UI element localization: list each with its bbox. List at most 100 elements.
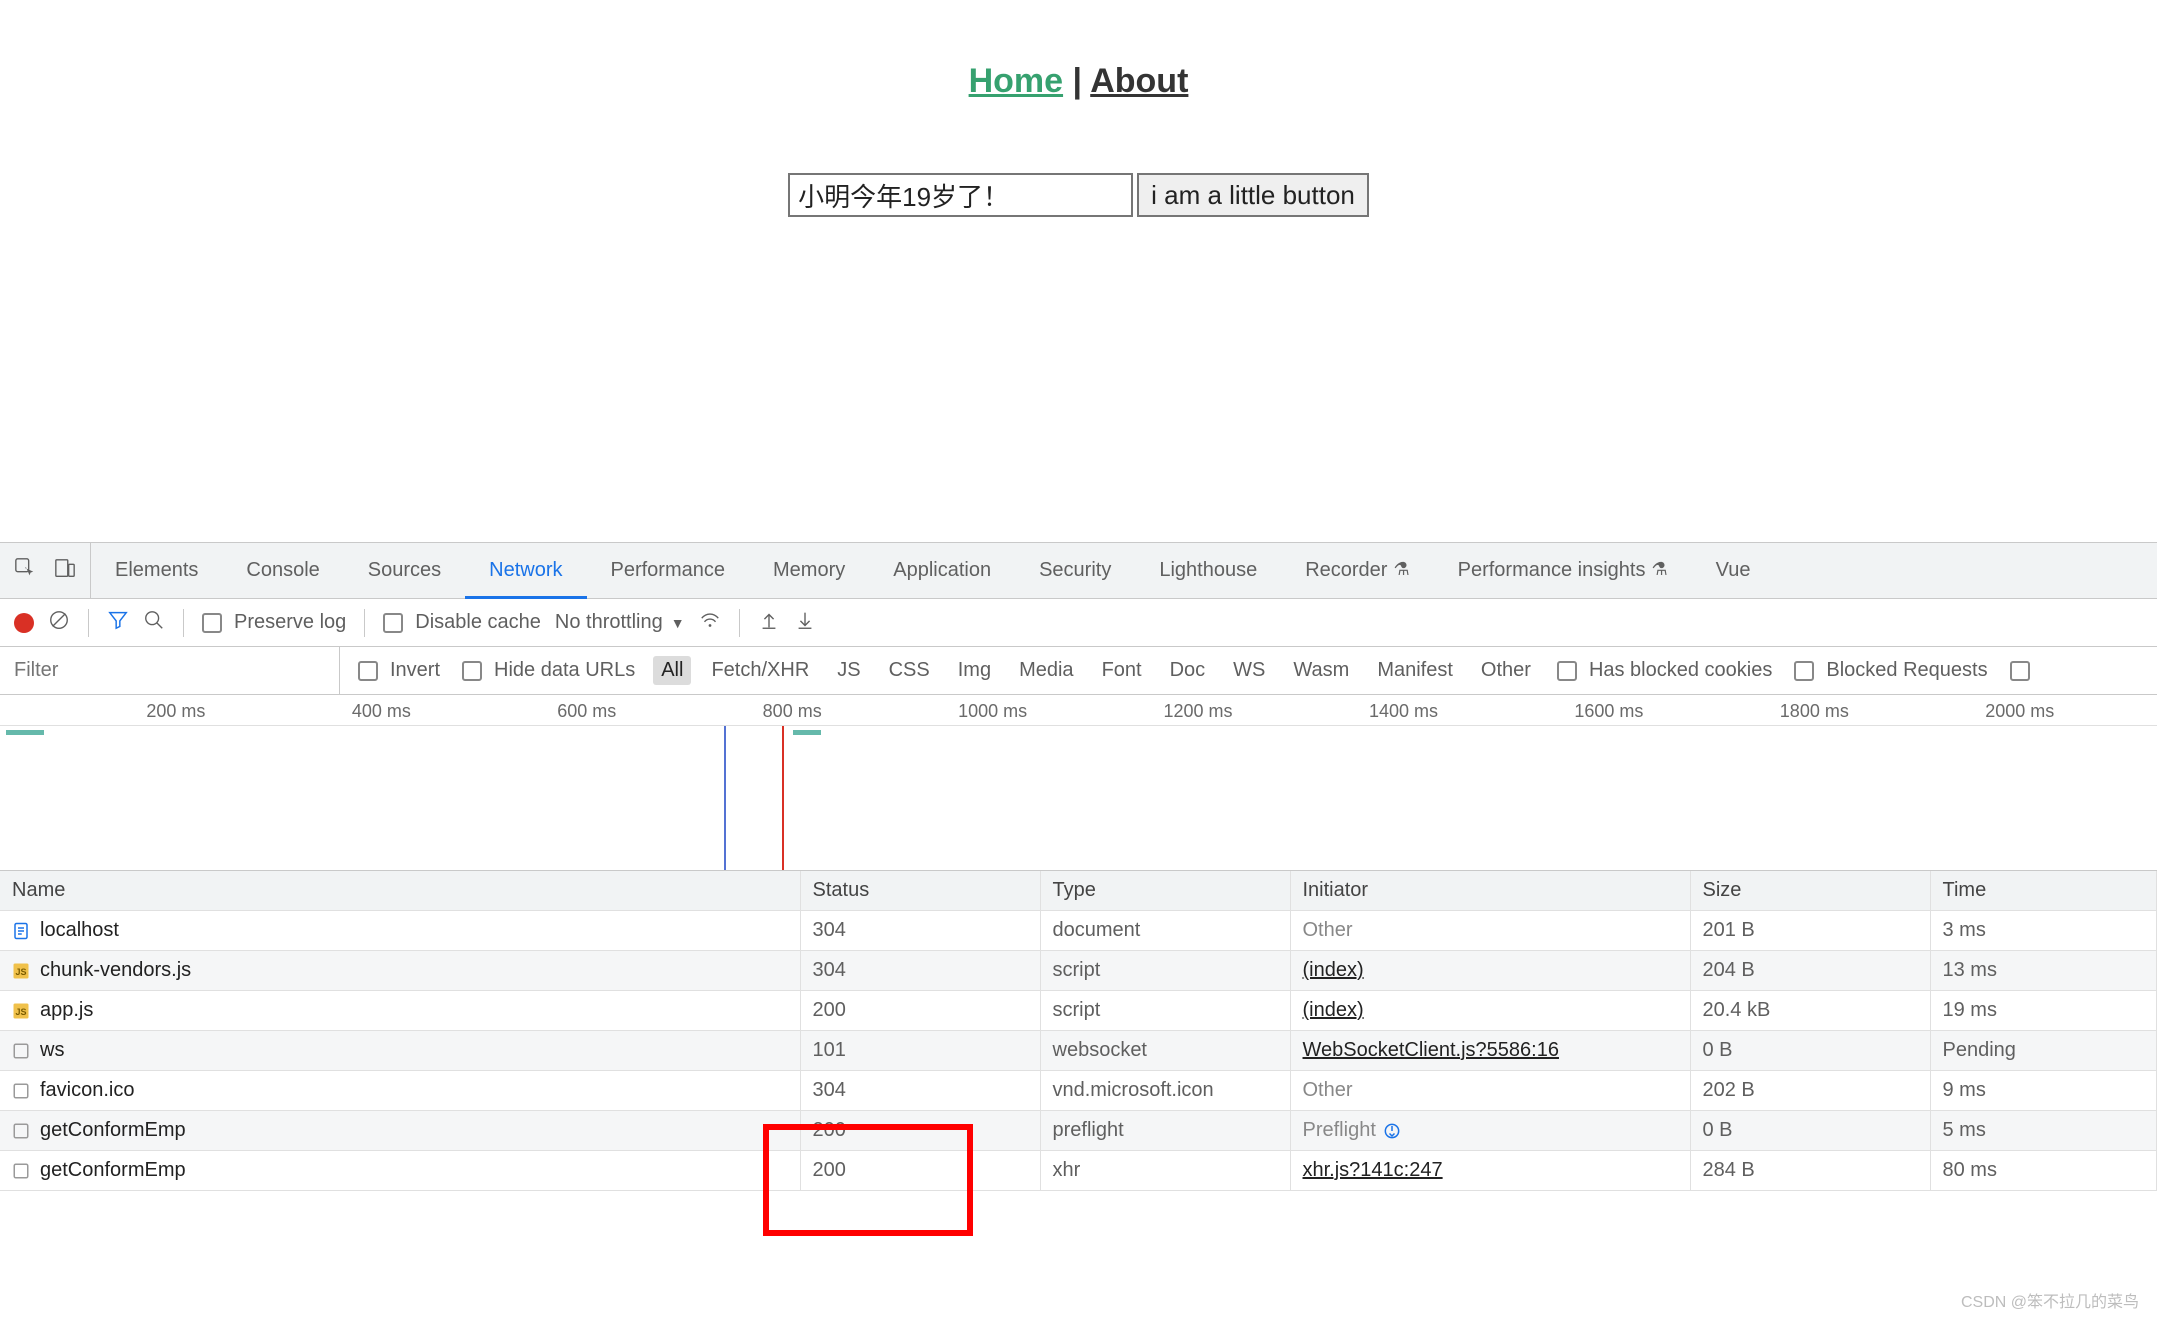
js-icon: JS	[12, 1002, 30, 1020]
table-header-row: Name Status Type Initiator Size Time	[0, 871, 2157, 911]
link-about[interactable]: About	[1090, 62, 1188, 100]
waterfall-overview[interactable]: 200 ms400 ms600 ms800 ms1000 ms1200 ms14…	[0, 695, 2157, 871]
cell-initiator: Other	[1290, 1071, 1690, 1111]
request-name: getConformEmp	[40, 1119, 186, 1142]
network-toolbar: Preserve log Disable cache No throttling…	[0, 599, 2157, 647]
cell-initiator[interactable]: xhr.js?141c:247	[1290, 1151, 1690, 1191]
tab-performance-insights[interactable]: Performance insights⚗	[1434, 543, 1692, 598]
tab-elements[interactable]: Elements	[91, 543, 222, 598]
cell-time: Pending	[1930, 1031, 2157, 1071]
cell-initiator[interactable]: (index)	[1290, 991, 1690, 1031]
hide-data-urls-checkbox[interactable]: Hide data URLs	[458, 659, 639, 682]
tab-performance[interactable]: Performance	[587, 543, 750, 598]
cell-size: 0 B	[1690, 1111, 1930, 1151]
link-home[interactable]: Home	[969, 62, 1063, 100]
tab-console[interactable]: Console	[222, 543, 343, 598]
cell-size: 20.4 kB	[1690, 991, 1930, 1031]
type-filter-js[interactable]: JS	[829, 656, 868, 685]
filter-toggle-icon[interactable]	[107, 609, 129, 637]
tab-vue[interactable]: Vue	[1692, 543, 1775, 598]
device-toolbar-icon[interactable]	[54, 557, 76, 585]
type-filter-font[interactable]: Font	[1094, 656, 1150, 685]
cell-status: 101	[800, 1031, 1040, 1071]
search-icon[interactable]	[143, 609, 165, 637]
type-filter-fetch-xhr[interactable]: Fetch/XHR	[703, 656, 817, 685]
cell-time: 5 ms	[1930, 1111, 2157, 1151]
request-name: app.js	[40, 999, 93, 1022]
svg-text:JS: JS	[15, 966, 26, 976]
col-time[interactable]: Time	[1930, 871, 2157, 911]
cell-size: 284 B	[1690, 1151, 1930, 1191]
throttling-select[interactable]: No throttling▼	[555, 611, 685, 634]
type-filter-css[interactable]: CSS	[881, 656, 938, 685]
col-status[interactable]: Status	[800, 871, 1040, 911]
waterfall-tick: 1800 ms	[1780, 701, 1849, 722]
cell-initiator[interactable]: (index)	[1290, 951, 1690, 991]
main-text-input[interactable]	[788, 173, 1133, 217]
table-row[interactable]: getConformEmp200xhrxhr.js?141c:247284 B8…	[0, 1151, 2157, 1191]
waterfall-tick: 1200 ms	[1164, 701, 1233, 722]
app-content: Home | About i am a little button	[0, 0, 2157, 217]
divider	[183, 609, 184, 637]
doc-icon	[12, 922, 30, 940]
table-row[interactable]: localhost304documentOther201 B3 ms	[0, 911, 2157, 951]
little-button[interactable]: i am a little button	[1137, 173, 1369, 217]
cell-status: 304	[800, 1071, 1040, 1111]
type-filter-img[interactable]: Img	[950, 656, 999, 685]
tab-application[interactable]: Application	[869, 543, 1015, 598]
flask-icon: ⚗	[1651, 559, 1667, 580]
table-row[interactable]: JSapp.js200script(index)20.4 kB19 ms	[0, 991, 2157, 1031]
type-filter-ws[interactable]: WS	[1225, 656, 1273, 685]
col-type[interactable]: Type	[1040, 871, 1290, 911]
cell-status: 200	[800, 991, 1040, 1031]
has-blocked-cookies-checkbox[interactable]: Has blocked cookies	[1553, 659, 1776, 682]
type-filter-doc[interactable]: Doc	[1162, 656, 1214, 685]
tab-security[interactable]: Security	[1015, 543, 1135, 598]
app-controls: i am a little button	[788, 173, 1369, 217]
clear-icon[interactable]	[48, 609, 70, 637]
disable-cache-checkbox[interactable]: Disable cache	[383, 611, 541, 634]
col-size[interactable]: Size	[1690, 871, 1930, 911]
cell-size: 201 B	[1690, 911, 1930, 951]
type-filter-other[interactable]: Other	[1473, 656, 1539, 685]
js-icon: JS	[12, 962, 30, 980]
tab-lighthouse[interactable]: Lighthouse	[1135, 543, 1281, 598]
type-filter-wasm[interactable]: Wasm	[1285, 656, 1357, 685]
type-filter-media[interactable]: Media	[1011, 656, 1081, 685]
cell-type: xhr	[1040, 1151, 1290, 1191]
tab-sources[interactable]: Sources	[344, 543, 465, 598]
preserve-log-checkbox[interactable]: Preserve log	[202, 611, 346, 634]
tab-recorder[interactable]: Recorder⚗	[1281, 543, 1433, 598]
type-filter-all[interactable]: All	[653, 656, 691, 685]
cell-type: preflight	[1040, 1111, 1290, 1151]
blocked-requests-checkbox[interactable]: Blocked Requests	[1790, 659, 1991, 682]
record-button[interactable]	[14, 613, 34, 633]
network-conditions-icon[interactable]	[699, 609, 721, 637]
tab-memory[interactable]: Memory	[749, 543, 869, 598]
upload-har-icon[interactable]	[758, 609, 780, 637]
request-name: favicon.ico	[40, 1079, 135, 1102]
filter-input[interactable]	[0, 647, 340, 694]
invert-checkbox[interactable]: Invert	[354, 659, 444, 682]
wf-bar	[793, 730, 821, 735]
extra-checkbox[interactable]	[2006, 661, 2040, 681]
cell-type: script	[1040, 951, 1290, 991]
tab-network[interactable]: Network	[465, 543, 586, 598]
request-name: localhost	[40, 919, 119, 942]
waterfall-tick: 1400 ms	[1369, 701, 1438, 722]
inspect-element-icon[interactable]	[14, 557, 36, 585]
waterfall-tick: 200 ms	[146, 701, 205, 722]
table-row[interactable]: getConformEmp200preflightPreflight0 B5 m…	[0, 1111, 2157, 1151]
table-row[interactable]: JSchunk-vendors.js304script(index)204 B1…	[0, 951, 2157, 991]
blank-icon	[12, 1122, 30, 1140]
divider	[739, 609, 740, 637]
cell-initiator[interactable]: WebSocketClient.js?5586:16	[1290, 1031, 1690, 1071]
cell-type: websocket	[1040, 1031, 1290, 1071]
nav-links: Home | About	[0, 62, 2157, 101]
type-filter-manifest[interactable]: Manifest	[1369, 656, 1461, 685]
download-har-icon[interactable]	[794, 609, 816, 637]
table-row[interactable]: favicon.ico304vnd.microsoft.iconOther202…	[0, 1071, 2157, 1111]
col-name[interactable]: Name	[0, 871, 800, 911]
col-initiator[interactable]: Initiator	[1290, 871, 1690, 911]
table-row[interactable]: ws101websocketWebSocketClient.js?5586:16…	[0, 1031, 2157, 1071]
